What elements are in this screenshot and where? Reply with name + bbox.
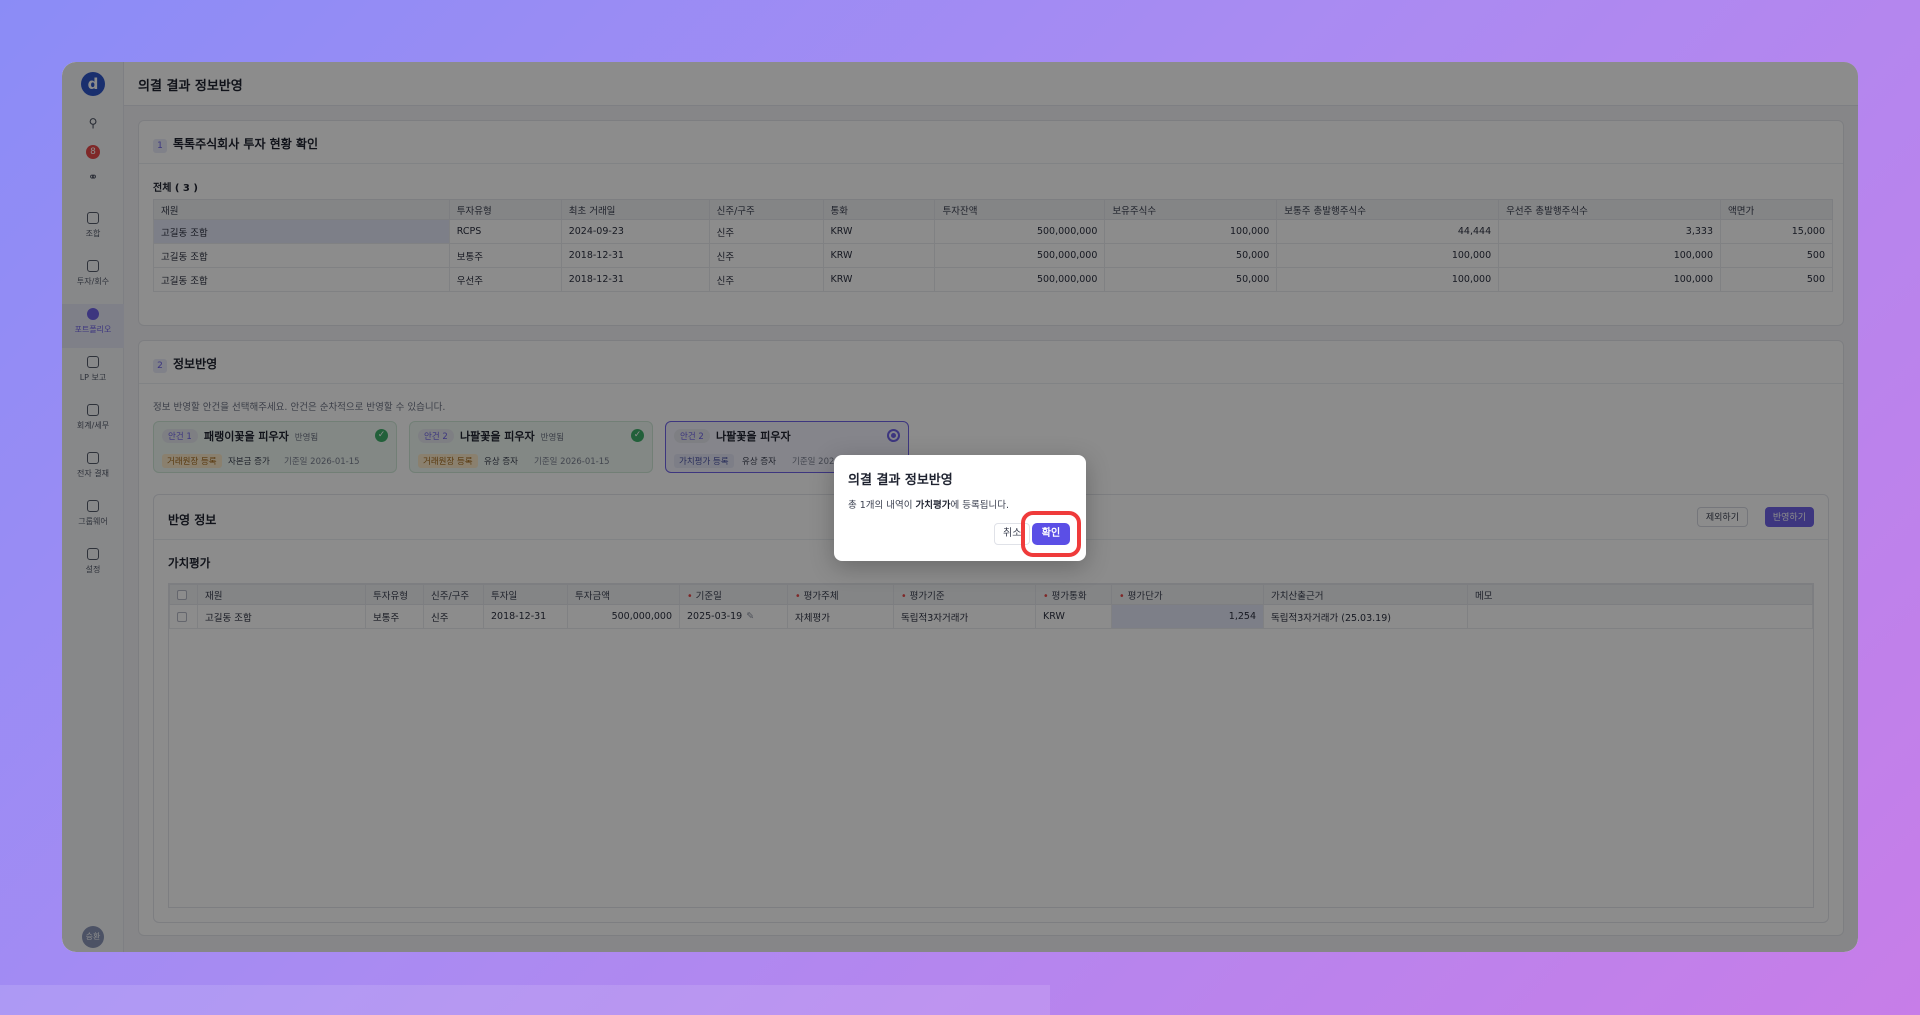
background-strip bbox=[0, 985, 1050, 1015]
dialog-message-highlight: 가치평가 bbox=[915, 500, 951, 511]
dialog-message-prefix: 총 1개의 내역이 bbox=[848, 500, 916, 511]
dialog-title: 의결 결과 정보반영 bbox=[848, 473, 953, 488]
confirm-button[interactable]: 확인 bbox=[1032, 523, 1070, 545]
confirm-dialog: 의결 결과 정보반영 총 1개의 내역이 가치평가에 등록됩니다. 취소 확인 bbox=[834, 455, 1086, 561]
dialog-message: 총 1개의 내역이 가치평가에 등록됩니다. bbox=[848, 497, 1009, 511]
dialog-message-suffix: 에 등록됩니다. bbox=[950, 500, 1009, 511]
